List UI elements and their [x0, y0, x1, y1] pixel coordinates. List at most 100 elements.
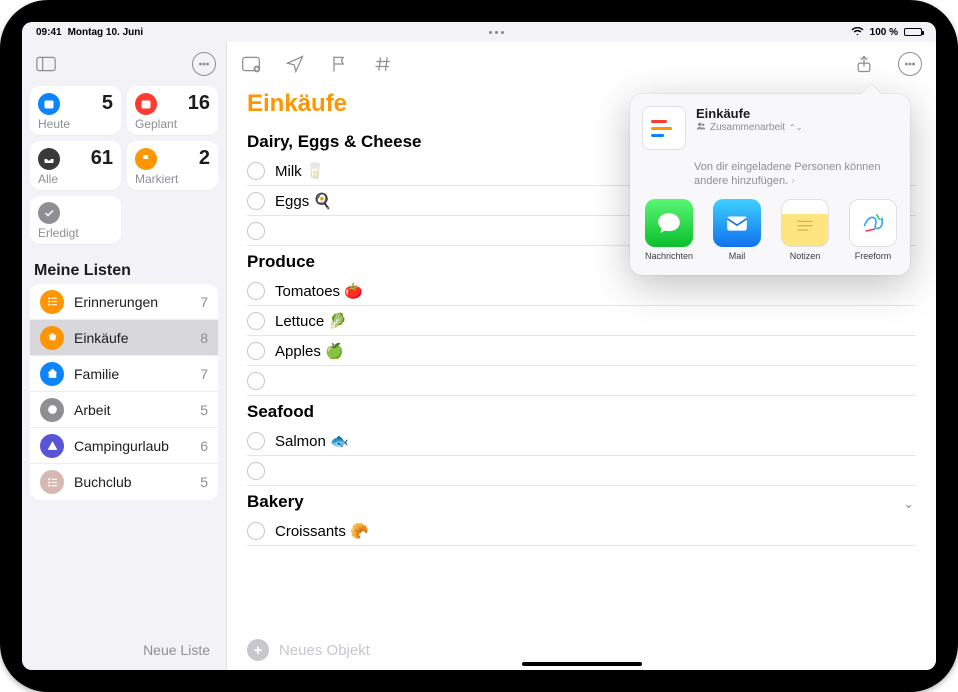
list-name: Arbeit: [74, 402, 190, 418]
status-date: Montag 10. Juni: [68, 27, 144, 38]
reminder-text: Salmon 🐟: [275, 432, 349, 450]
smartlist-geplant-label: Geplant: [135, 117, 210, 131]
reminder-text: Croissants 🥐: [275, 522, 369, 540]
reminder-checkbox[interactable]: [247, 162, 265, 180]
list-name: Familie: [74, 366, 190, 382]
share-app-notes[interactable]: Notizen: [776, 199, 834, 261]
smartlist-erledigt[interactable]: Erledigt: [30, 196, 121, 244]
reminder-text: Lettuce 🥬: [275, 312, 347, 330]
smartlist-geplant[interactable]: 16 Geplant: [127, 86, 218, 135]
section-title: Produce: [247, 252, 315, 276]
chevron-down-icon[interactable]: ⌄: [903, 496, 914, 512]
sidebar-list-buchclub[interactable]: Buchclub5: [30, 464, 218, 500]
hashtag-icon[interactable]: [373, 54, 393, 74]
share-list-thumbnail-icon: [642, 106, 686, 150]
sidebar-more-button[interactable]: [192, 52, 216, 76]
list-count: 5: [200, 474, 208, 490]
sidebar-list-familie[interactable]: Familie 7: [30, 356, 218, 392]
msg-app-icon: [645, 199, 693, 247]
reminder-item[interactable]: [247, 456, 916, 486]
list-more-button[interactable]: [898, 52, 922, 76]
reminder-item[interactable]: Croissants 🥐: [247, 516, 916, 546]
list-name: Erinnerungen: [74, 294, 190, 310]
reminder-checkbox[interactable]: [247, 342, 265, 360]
multitask-dots-icon[interactable]: [489, 31, 504, 34]
share-popover: Einkäufe Zusammenarbeit ⌃⌄ Von dir einge…: [630, 94, 910, 275]
reminder-text: Tomatoes 🍅: [275, 282, 363, 300]
section-bakery: Bakery⌄Croissants 🥐: [227, 486, 936, 546]
list-count: 7: [200, 366, 208, 382]
smartlist-erledigt-label: Erledigt: [38, 226, 113, 240]
share-app-label: Nachrichten: [640, 251, 698, 261]
reminder-item[interactable]: Tomatoes 🍅: [247, 276, 916, 306]
smartlist-markiert-label: Markiert: [135, 172, 210, 186]
list-name: Campingurlaub: [74, 438, 190, 454]
collaborate-icon: [696, 121, 706, 134]
neue-liste-button[interactable]: Neue Liste: [143, 642, 210, 658]
reminder-checkbox[interactable]: [247, 432, 265, 450]
list-icon: [40, 362, 64, 386]
reminder-item[interactable]: Lettuce 🥬: [247, 306, 916, 336]
share-title: Einkäufe: [696, 106, 898, 121]
smartlist-heute-count: 5: [102, 92, 113, 115]
smartlist-geplant-count: 16: [188, 92, 210, 115]
location-share-icon[interactable]: [285, 54, 305, 74]
smartlist-alle[interactable]: 61 Alle: [30, 141, 121, 190]
share-app-mail[interactable]: Mail: [708, 199, 766, 261]
inbox-icon: [38, 148, 60, 170]
battery-icon: [904, 28, 922, 36]
sidebar-list-arbeit[interactable]: Arbeit 5: [30, 392, 218, 428]
share-permissions-note[interactable]: Von dir eingeladene Personen können ande…: [640, 158, 900, 199]
chevron-right-icon: ›: [791, 175, 795, 187]
list-icon: [40, 290, 64, 314]
checkmark-icon: [38, 202, 60, 224]
sidebar-list-campingurlaub[interactable]: Campingurlaub 6: [30, 428, 218, 464]
list-count: 6: [200, 438, 208, 454]
reminder-checkbox[interactable]: [247, 462, 265, 480]
share-app-freeform[interactable]: Freeform: [844, 199, 900, 261]
list-icon: [40, 470, 64, 494]
reminder-item[interactable]: [247, 366, 916, 396]
reminder-checkbox[interactable]: [247, 282, 265, 300]
freeform-app-icon: [849, 199, 897, 247]
smartlist-heute[interactable]: 5 Heute: [30, 86, 121, 135]
list-count: 5: [200, 402, 208, 418]
share-button[interactable]: [854, 54, 874, 74]
section-seafood: Seafood Salmon 🐟: [227, 396, 936, 486]
section-title: Seafood: [247, 402, 314, 426]
flag-toolbar-icon[interactable]: [329, 54, 349, 74]
reminder-checkbox[interactable]: [247, 222, 265, 240]
reminder-text: Eggs 🍳: [275, 192, 332, 210]
chevron-up-down-icon: ⌃⌄: [789, 123, 802, 132]
new-reminder-toolbar-icon[interactable]: [241, 54, 261, 74]
share-app-label: Freeform: [844, 251, 900, 261]
smartlist-markiert[interactable]: 2 Markiert: [127, 141, 218, 190]
mail-app-icon: [713, 199, 761, 247]
home-indicator[interactable]: [522, 662, 642, 666]
status-time: 09:41: [36, 27, 62, 38]
list-count: 8: [200, 330, 208, 346]
share-app-msg[interactable]: Nachrichten: [640, 199, 698, 261]
section-title: Dairy, Eggs & Cheese: [247, 132, 421, 156]
meine-listen-header: Meine Listen: [22, 252, 226, 284]
share-app-label: Notizen: [776, 251, 834, 261]
smartlist-alle-label: Alle: [38, 172, 113, 186]
sidebar-list-erinnerungen[interactable]: Erinnerungen 7: [30, 284, 218, 320]
reminder-text: Milk 🥛: [275, 162, 325, 180]
reminder-item[interactable]: Salmon 🐟: [247, 426, 916, 456]
reminder-checkbox[interactable]: [247, 372, 265, 390]
wifi-icon: [851, 26, 864, 39]
reminder-checkbox[interactable]: [247, 522, 265, 540]
toggle-sidebar-button[interactable]: [32, 50, 60, 78]
neues-objekt-button[interactable]: Neues Objekt: [279, 642, 370, 659]
add-reminder-icon[interactable]: +: [247, 639, 269, 661]
reminder-checkbox[interactable]: [247, 312, 265, 330]
reminder-item[interactable]: Apples 🍏: [247, 336, 916, 366]
reminder-text: Apples 🍏: [275, 342, 344, 360]
sidebar-list-einkäufe[interactable]: Einkäufe8: [30, 320, 218, 356]
share-app-label: Mail: [708, 251, 766, 261]
share-mode-selector[interactable]: Zusammenarbeit ⌃⌄: [696, 121, 898, 134]
list-count: 7: [200, 294, 208, 310]
flag-icon: [135, 148, 157, 170]
reminder-checkbox[interactable]: [247, 192, 265, 210]
